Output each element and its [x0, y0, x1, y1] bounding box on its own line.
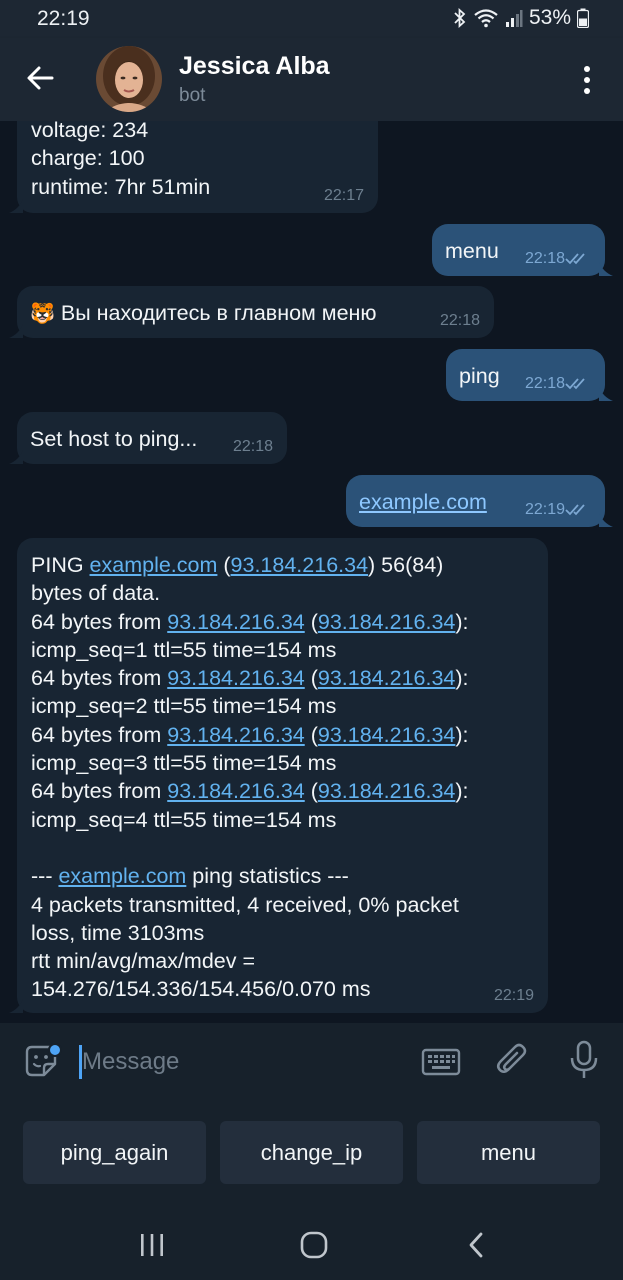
more-vertical-icon [584, 66, 590, 94]
system-back-button[interactable] [466, 1230, 486, 1260]
bubble-tail [9, 199, 23, 213]
bot-keyboard-toggle[interactable] [421, 1044, 461, 1080]
battery-icon [577, 8, 589, 28]
message-incoming[interactable]: Set host to ping... 22:18 [9, 412, 287, 464]
bluetooth-icon [454, 8, 466, 28]
ping-reply-line: 64 bytes from 93.184.216.34 (93.184.216.… [31, 779, 469, 804]
ip-link[interactable]: 93.184.216.34 [318, 723, 456, 747]
message-text: ping [459, 364, 500, 388]
read-check-icon [565, 504, 585, 516]
chat-title[interactable]: Jessica Alba [179, 52, 330, 81]
ping-line: icmp_seq=1 ttl=55 time=154 ms [31, 637, 337, 662]
attach-button[interactable] [494, 1040, 532, 1080]
host-link[interactable]: example.com [58, 864, 186, 888]
ping-line: icmp_seq=2 ttl=55 time=154 ms [31, 694, 337, 719]
message-line: charge: 100 [31, 146, 145, 171]
message-text: menu [445, 239, 499, 263]
message-time: 22:19 [493, 987, 534, 1004]
paperclip-icon [497, 1043, 527, 1073]
message-outgoing[interactable]: ping 22:18 [446, 349, 613, 401]
message-link[interactable]: example.com [359, 490, 487, 514]
bot-keyboard: ping_again change_ip menu [0, 1098, 623, 1208]
recent-apps-icon [141, 1234, 163, 1256]
message-time: 22:17 [323, 187, 364, 204]
bot-button-change-ip[interactable]: change_ip [220, 1121, 403, 1184]
voice-record-button[interactable] [567, 1039, 601, 1081]
bubble-tail [599, 262, 613, 276]
ping-reply-line: 64 bytes from 93.184.216.34 (93.184.216.… [31, 722, 469, 747]
bot-button-menu[interactable]: menu [417, 1121, 600, 1184]
message-outgoing[interactable]: menu 22:18 [432, 224, 613, 276]
ip-link[interactable]: 93.184.216.34 [167, 666, 305, 690]
ping-line: loss, time 3103ms [31, 920, 205, 945]
message-line: voltage: 234 [31, 121, 149, 142]
message-incoming[interactable]: 🐯 Вы находитесь в главном меню 22:18 [9, 286, 494, 338]
ping-line: icmp_seq=4 ttl=55 time=154 ms [31, 807, 337, 832]
read-check-icon [565, 378, 585, 390]
read-check-icon [565, 253, 585, 265]
home-button[interactable] [299, 1230, 329, 1260]
bubble-tail [599, 387, 613, 401]
ping-header-line: PING example.com (93.184.216.34) 56(84) [31, 553, 444, 577]
ip-link[interactable]: 93.184.216.34 [318, 610, 456, 634]
back-button[interactable] [22, 58, 62, 98]
message-time: 22:19 [524, 501, 565, 518]
battery-percent: 53% [528, 6, 571, 29]
recent-apps-button[interactable] [138, 1232, 166, 1258]
home-icon [300, 1231, 328, 1259]
message-outgoing[interactable]: example.com 22:19 [346, 475, 613, 527]
status-icons: 53% [453, 6, 589, 30]
ping-reply-line: 64 bytes from 93.184.216.34 (93.184.216.… [31, 609, 469, 634]
message-input[interactable] [82, 1045, 382, 1079]
ping-line: icmp_seq=3 ttl=55 time=154 ms [31, 751, 337, 776]
message-incoming[interactable]: voltage: 234 charge: 100 runtime: 7hr 51… [9, 121, 378, 213]
message-text: Set host to ping... [30, 427, 198, 451]
message-text: Вы находитесь в главном меню [60, 301, 377, 325]
message-time: 22:18 [524, 375, 565, 392]
more-menu-button[interactable] [572, 60, 602, 100]
ip-link[interactable]: 93.184.216.34 [167, 779, 305, 803]
ping-line: 154.276/154.336/154.456/0.070 ms [31, 977, 371, 1002]
arrow-left-icon [27, 66, 54, 90]
ping-stats-line: --- example.com ping statistics --- [31, 864, 349, 889]
ip-link[interactable]: 93.184.216.34 [167, 610, 305, 634]
host-link[interactable]: example.com [90, 553, 218, 577]
message-time: 22:18 [524, 250, 565, 267]
profile-photo-icon [96, 46, 162, 112]
ping-reply-line: 64 bytes from 93.184.216.34 (93.184.216.… [31, 666, 469, 691]
ip-link[interactable]: 93.184.216.34 [318, 666, 456, 690]
ping-line: bytes of data. [31, 581, 161, 606]
message-incoming[interactable]: PING example.com (93.184.216.34) 56(84) … [9, 538, 548, 1013]
ip-link[interactable]: 93.184.216.34 [231, 553, 369, 577]
bubble-tail [9, 450, 23, 464]
message-time: 22:18 [439, 312, 480, 329]
bubble-tail [599, 513, 613, 527]
status-bar: 22:19 53% [0, 0, 623, 38]
system-nav-bar [0, 1208, 623, 1280]
ip-link[interactable]: 93.184.216.34 [167, 723, 305, 747]
tiger-emoji: 🐯 [30, 303, 55, 325]
avatar[interactable] [96, 46, 162, 112]
bot-button-ping-again[interactable]: ping_again [23, 1121, 206, 1184]
chat-header: Jessica Alba bot [0, 38, 623, 121]
status-time: 22:19 [37, 7, 90, 30]
signal-icon [505, 10, 523, 27]
bubble-tail [9, 999, 23, 1013]
keyboard-icon [421, 1048, 461, 1076]
message-time: 22:18 [232, 438, 273, 455]
notification-dot [48, 1043, 62, 1057]
ip-link[interactable]: 93.184.216.34 [318, 779, 456, 803]
message-list[interactable]: voltage: 234 charge: 100 runtime: 7hr 51… [0, 121, 623, 1023]
chevron-left-icon [469, 1232, 483, 1258]
wifi-icon [474, 9, 498, 28]
ping-line: 4 packets transmitted, 4 received, 0% pa… [31, 892, 459, 917]
bubble-tail [9, 324, 23, 338]
microphone-icon [570, 1040, 598, 1078]
chat-subtitle: bot [179, 85, 206, 106]
ping-line: rtt min/avg/max/mdev = [31, 949, 256, 974]
message-composer [0, 1023, 623, 1098]
